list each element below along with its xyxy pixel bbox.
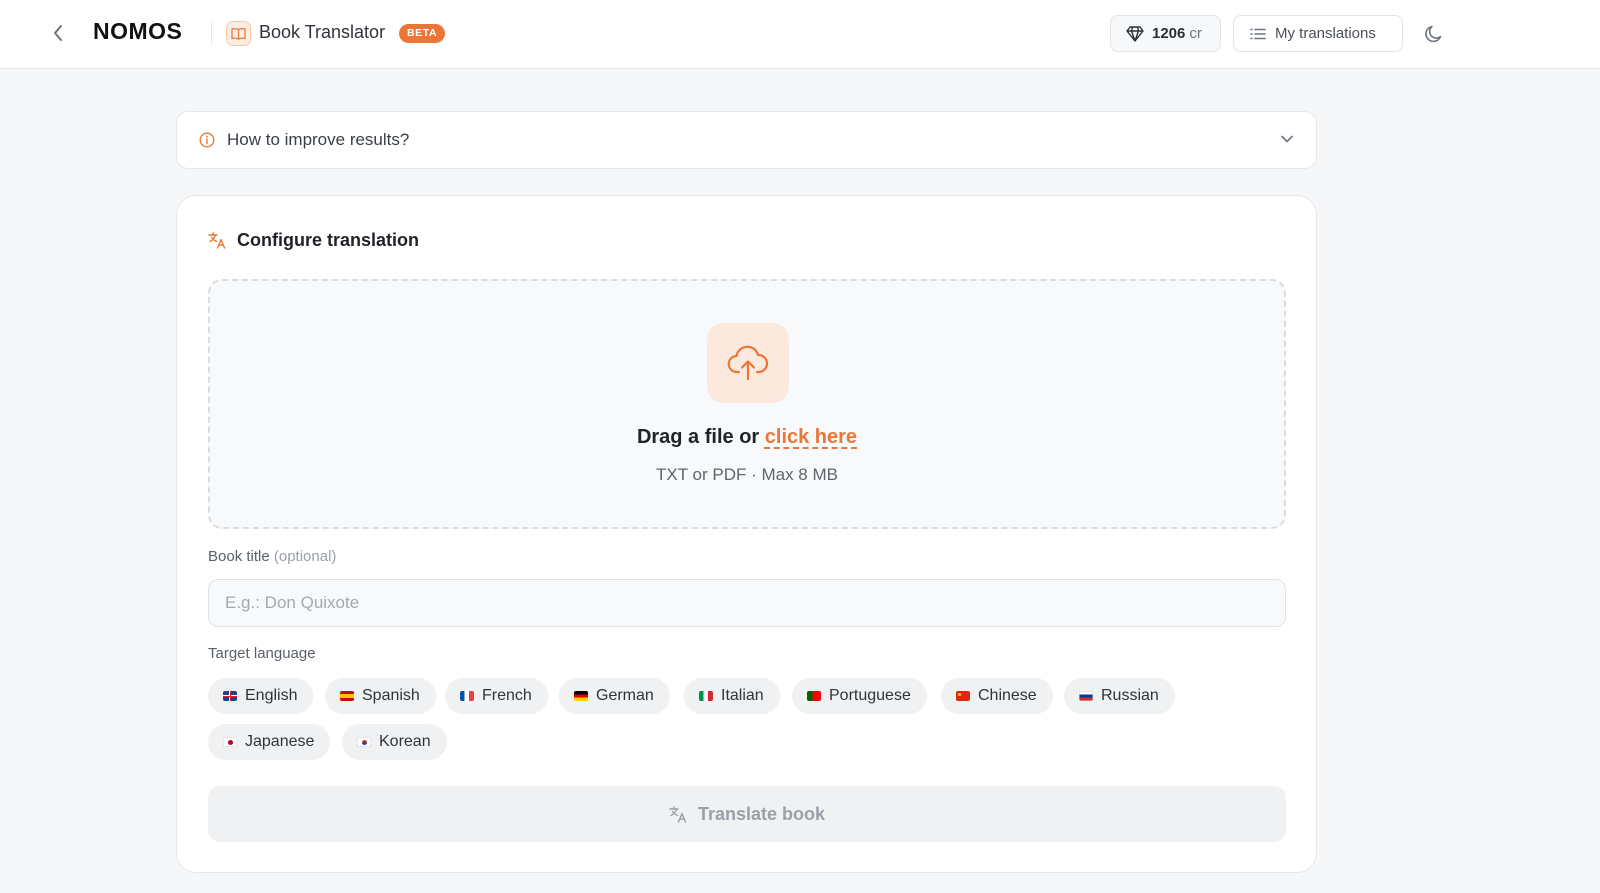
language-name: Japanese xyxy=(245,733,315,750)
moon-icon xyxy=(1425,25,1442,43)
language-chip-japanese[interactable]: Japanese xyxy=(208,724,331,760)
header-divider xyxy=(211,21,212,45)
language-name: Italian xyxy=(721,687,764,704)
credits-unit: cr xyxy=(1189,25,1202,42)
app-title: Book Translator xyxy=(259,22,386,42)
language-chip-spanish[interactable]: Spanish xyxy=(325,678,436,714)
language-chip-korean[interactable]: Korean xyxy=(342,724,447,760)
optional-hint: (optional) xyxy=(273,548,337,565)
cn-flag-icon xyxy=(956,691,970,701)
click-here-link[interactable]: click here xyxy=(765,426,857,448)
card-title: Configure translation xyxy=(237,230,420,250)
dropzone-text: Drag a file or click here xyxy=(210,426,1284,449)
improve-results-accordion[interactable]: How to improve results? xyxy=(176,111,1317,169)
language-name: Korean xyxy=(379,733,431,750)
jp-flag-icon xyxy=(223,737,237,747)
theme-toggle[interactable] xyxy=(1421,21,1447,47)
chevron-left-icon xyxy=(54,25,62,41)
pt-flag-icon xyxy=(807,691,821,701)
book-open-icon xyxy=(226,21,251,46)
my-translations-label: My translations xyxy=(1275,25,1376,42)
language-chip-russian[interactable]: Russian xyxy=(1064,678,1175,714)
back-button[interactable] xyxy=(46,20,70,46)
list-icon xyxy=(1250,28,1266,39)
gb-flag-icon xyxy=(223,691,237,701)
dropzone-prompt: Drag a file or xyxy=(636,426,760,448)
upload-cloud-icon xyxy=(707,323,789,403)
book-title-input[interactable] xyxy=(208,579,1286,627)
book-title-label: Book title (optional) xyxy=(208,548,336,565)
translate-book-label: Translate book xyxy=(697,803,826,824)
translate-icon xyxy=(669,805,687,823)
language-chip-chinese[interactable]: Chinese xyxy=(941,678,1053,714)
accordion-label: How to improve results? xyxy=(227,130,410,149)
it-flag-icon xyxy=(699,691,713,701)
file-dropzone[interactable]: Drag a file or click here TXT or PDF · M… xyxy=(208,279,1286,529)
language-name: French xyxy=(482,687,532,704)
es-flag-icon xyxy=(340,691,354,701)
credits-value: 1206 xyxy=(1152,25,1186,42)
book-title-label-text: Book title xyxy=(208,548,270,565)
my-translations-button[interactable]: My translations xyxy=(1233,15,1403,52)
language-chip-german[interactable]: German xyxy=(559,678,670,714)
card-header: Configure translation xyxy=(208,230,419,251)
top-bar: NOMOS Book Translator BETA 1206 cr My tr… xyxy=(0,0,1600,69)
chevron-down-icon xyxy=(1281,135,1293,143)
fr-flag-icon xyxy=(460,691,474,701)
beta-badge: BETA xyxy=(399,24,446,43)
language-name: Russian xyxy=(1101,687,1159,704)
language-chip-french[interactable]: French xyxy=(445,678,548,714)
language-name: Portuguese xyxy=(829,687,911,704)
gem-icon xyxy=(1126,25,1144,42)
target-language-label: Target language xyxy=(208,645,316,662)
info-icon xyxy=(199,132,215,148)
language-name: German xyxy=(596,687,654,704)
credits-button[interactable]: 1206 cr xyxy=(1110,15,1221,52)
translate-book-button[interactable]: Translate book xyxy=(208,786,1286,842)
dropzone-hint: TXT or PDF · Max 8 MB xyxy=(656,465,838,484)
logo[interactable]: NOMOS xyxy=(93,18,182,45)
language-name: Chinese xyxy=(978,687,1037,704)
translate-icon xyxy=(208,232,226,249)
language-name: Spanish xyxy=(362,687,420,704)
language-chip-italian[interactable]: Italian xyxy=(684,678,780,714)
de-flag-icon xyxy=(574,691,588,701)
ru-flag-icon xyxy=(1079,691,1093,701)
language-chip-portuguese[interactable]: Portuguese xyxy=(792,678,927,714)
language-chip-english[interactable]: English xyxy=(208,678,314,714)
configure-card: Configure translation Drag a file or cli… xyxy=(176,195,1317,873)
language-name: English xyxy=(245,687,298,704)
kr-flag-icon xyxy=(357,737,371,747)
